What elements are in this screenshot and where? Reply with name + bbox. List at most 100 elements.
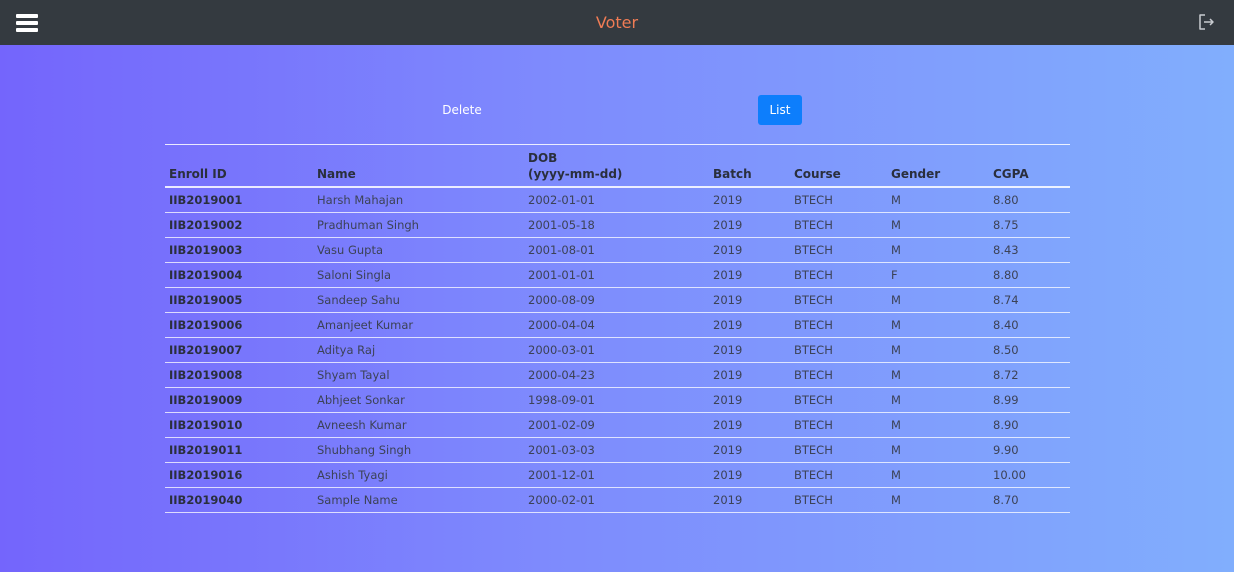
column-header-cgpa: CGPA [989,144,1070,188]
hamburger-menu-icon[interactable] [16,14,38,32]
table-header-row: Enroll ID Name DOB (yyyy-mm-dd) Batch Cou… [165,144,1070,188]
cell-batch: 2019 [709,262,790,288]
cell-batch: 2019 [709,287,790,313]
table-row: IIB2019011 Shubhang Singh 2001-03-03 2019 BT… [165,437,1070,463]
table-row: IIB2019040 Sample Name 2000-02-01 2019 BTECH… [165,487,1070,513]
cell-batch: 2019 [709,487,790,513]
cell-name: Pradhuman Singh [313,212,524,238]
cell-name: Aditya Raj [313,337,524,363]
cell-gender: M [887,187,989,213]
cell-dob: 1998-09-01 [524,387,709,413]
cell-course: BTECH [790,412,887,438]
cell-cgpa: 8.90 [989,412,1070,438]
cell-enroll-id: IIB2019009 [165,387,313,413]
cell-gender: M [887,487,989,513]
column-header-course: Course [790,144,887,188]
cell-name: Harsh Mahajan [313,187,524,213]
cell-cgpa: 8.80 [989,187,1070,213]
cell-gender: M [887,312,989,338]
students-table: Enroll ID Name DOB (yyyy-mm-dd) Batch Cou… [165,144,1070,513]
list-button[interactable]: List [758,95,802,125]
cell-batch: 2019 [709,237,790,263]
cell-batch: 2019 [709,362,790,388]
cell-name: Shyam Tayal [313,362,524,388]
delete-button[interactable]: Delete [432,96,492,124]
cell-enroll-id: IIB2019005 [165,287,313,313]
cell-dob: 2001-05-18 [524,212,709,238]
cell-course: BTECH [790,212,887,238]
table-row: IIB2019004 Saloni Singla 2001-01-01 2019 BTE… [165,262,1070,288]
app-title: Voter [595,13,639,32]
cell-course: BTECH [790,437,887,463]
cell-name: Vasu Gupta [313,237,524,263]
dob-header-label: DOB [528,151,558,165]
table-row: IIB2019016 Ashish Tyagi 2001-12-01 2019 BTEC… [165,462,1070,488]
cell-gender: M [887,337,989,363]
cell-dob: 2001-02-09 [524,412,709,438]
cell-dob: 2001-08-01 [524,237,709,263]
cell-batch: 2019 [709,187,790,213]
cell-enroll-id: IIB2019003 [165,237,313,263]
dob-header-format: (yyyy-mm-dd) [528,167,623,181]
cell-name: Ashish Tyagi [313,462,524,488]
cell-name: Avneesh Kumar [313,412,524,438]
table-row: IIB2019008 Shyam Tayal 2000-04-23 2019 BTECH… [165,362,1070,388]
cell-gender: M [887,462,989,488]
cell-course: BTECH [790,312,887,338]
cell-gender: M [887,412,989,438]
column-header-name: Name [313,144,524,188]
cell-gender: M [887,387,989,413]
cell-enroll-id: IIB2019011 [165,437,313,463]
table-row: IIB2019005 Sandeep Sahu 2000-08-09 2019 BTEC… [165,287,1070,313]
cell-gender: M [887,437,989,463]
cell-gender: M [887,287,989,313]
cell-dob: 2000-04-23 [524,362,709,388]
top-navbar: Voter [0,0,1234,45]
cell-course: BTECH [790,287,887,313]
cell-enroll-id: IIB2019001 [165,187,313,213]
table-row: IIB2019003 Vasu Gupta 2001-08-01 2019 BTECH M… [165,237,1070,263]
cell-name: Abhjeet Sonkar [313,387,524,413]
cell-cgpa: 8.72 [989,362,1070,388]
cell-cgpa: 8.70 [989,487,1070,513]
cell-cgpa: 8.99 [989,387,1070,413]
cell-course: BTECH [790,462,887,488]
cell-dob: 2002-01-01 [524,187,709,213]
cell-course: BTECH [790,187,887,213]
cell-cgpa: 10.00 [989,462,1070,488]
cell-cgpa: 8.75 [989,212,1070,238]
cell-cgpa: 8.74 [989,287,1070,313]
cell-batch: 2019 [709,387,790,413]
table-row: IIB2019009 Abhjeet Sonkar 1998-09-01 2019 BT… [165,387,1070,413]
cell-course: BTECH [790,237,887,263]
column-header-enroll-id: Enroll ID [165,144,313,188]
cell-dob: 2000-04-04 [524,312,709,338]
cell-cgpa: 8.43 [989,237,1070,263]
cell-cgpa: 8.50 [989,337,1070,363]
cell-batch: 2019 [709,212,790,238]
cell-batch: 2019 [709,437,790,463]
table-row: IIB2019002 Pradhuman Singh 2001-05-18 2019 B… [165,212,1070,238]
table-row: IIB2019006 Amanjeet Kumar 2000-04-04 2019 BT… [165,312,1070,338]
cell-course: BTECH [790,337,887,363]
logout-icon[interactable] [1196,12,1216,32]
cell-batch: 2019 [709,312,790,338]
cell-dob: 2000-02-01 [524,487,709,513]
cell-course: BTECH [790,362,887,388]
cell-enroll-id: IIB2019016 [165,462,313,488]
cell-enroll-id: IIB2019002 [165,212,313,238]
cell-gender: M [887,237,989,263]
column-header-dob: DOB (yyyy-mm-dd) [524,144,709,188]
table-row: IIB2019007 Aditya Raj 2000-03-01 2019 BTECH M… [165,337,1070,363]
table-row: IIB2019010 Avneesh Kumar 2001-02-09 2019 BTE… [165,412,1070,438]
column-header-gender: Gender [887,144,989,188]
cell-dob: 2001-03-03 [524,437,709,463]
cell-dob: 2001-01-01 [524,262,709,288]
column-header-batch: Batch [709,144,790,188]
cell-dob: 2000-08-09 [524,287,709,313]
cell-name: Amanjeet Kumar [313,312,524,338]
cell-gender: M [887,362,989,388]
cell-enroll-id: IIB2019004 [165,262,313,288]
cell-gender: M [887,212,989,238]
cell-cgpa: 8.80 [989,262,1070,288]
